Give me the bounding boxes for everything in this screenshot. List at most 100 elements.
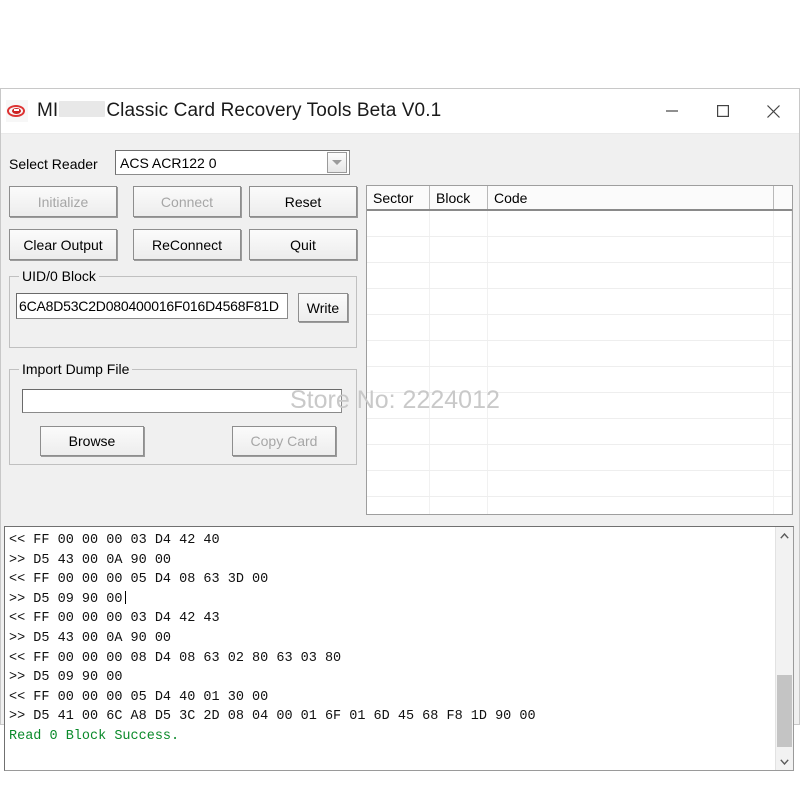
- log-line: << FF 00 00 00 03 D4 42 43: [9, 609, 775, 629]
- grid-cell-block: [430, 367, 488, 392]
- log-line: >> D5 41 00 6C A8 D5 3C 2D 08 04 00 01 6…: [9, 707, 775, 727]
- grid-cell-extra: [774, 289, 792, 314]
- grid-cell-code: [488, 263, 774, 288]
- grid-column-header-code[interactable]: Code: [488, 186, 774, 209]
- grid-cell-block: [430, 471, 488, 496]
- left-control-pane: Select Reader ACS ACR122 0 Initialize Co…: [3, 136, 361, 516]
- log-scrollbar[interactable]: [775, 527, 793, 770]
- initialize-button[interactable]: Initialize: [9, 186, 117, 217]
- table-row[interactable]: [367, 289, 792, 315]
- grid-column-header-extra[interactable]: [774, 186, 792, 209]
- grid-body: [367, 211, 792, 515]
- select-reader-label: Select Reader: [9, 156, 98, 172]
- grid-cell-extra: [774, 497, 792, 515]
- title-bar: MI Classic Card Recovery Tools Beta V0.1: [1, 89, 799, 134]
- reconnect-button[interactable]: ReConnect: [133, 229, 241, 260]
- grid-cell-code: [488, 497, 774, 515]
- table-row[interactable]: [367, 315, 792, 341]
- grid-cell-sector: [367, 263, 430, 288]
- uid-input[interactable]: 6CA8D53C2D080400016F016D4568F81D: [16, 293, 288, 319]
- grid-cell-block: [430, 497, 488, 515]
- grid-cell-sector: [367, 289, 430, 314]
- grid-cell-code: [488, 315, 774, 340]
- write-button[interactable]: Write: [298, 293, 348, 322]
- app-icon: [6, 100, 28, 122]
- table-row[interactable]: [367, 471, 792, 497]
- grid-cell-code: [488, 237, 774, 262]
- grid-cell-block: [430, 315, 488, 340]
- table-row[interactable]: [367, 237, 792, 263]
- import-dump-file-group-title: Import Dump File: [19, 361, 132, 377]
- window-title-suffix: Classic Card Recovery Tools Beta V0.1: [106, 100, 441, 122]
- grid-cell-code: [488, 289, 774, 314]
- sector-block-code-grid[interactable]: Sector Block Code: [366, 185, 793, 515]
- table-row[interactable]: [367, 211, 792, 237]
- copy-card-button[interactable]: Copy Card: [232, 426, 336, 456]
- import-dump-file-group: Import Dump File Browse Copy Card: [9, 369, 357, 465]
- table-row[interactable]: [367, 419, 792, 445]
- window-title-prefix: MI: [37, 100, 58, 122]
- grid-cell-code: [488, 341, 774, 366]
- grid-cell-block: [430, 263, 488, 288]
- application-window: MI Classic Card Recovery Tools Beta V0.1…: [0, 88, 800, 725]
- grid-cell-sector: [367, 237, 430, 262]
- scroll-down-icon[interactable]: [776, 753, 793, 770]
- grid-cell-extra: [774, 471, 792, 496]
- grid-cell-block: [430, 289, 488, 314]
- minimize-icon[interactable]: [646, 89, 697, 133]
- grid-cell-extra: [774, 315, 792, 340]
- log-line: << FF 00 00 00 03 D4 42 40: [9, 531, 775, 551]
- table-row[interactable]: [367, 497, 792, 515]
- scroll-up-icon[interactable]: [776, 527, 793, 544]
- grid-cell-extra: [774, 263, 792, 288]
- quit-button[interactable]: Quit: [249, 229, 357, 260]
- grid-cell-extra: [774, 367, 792, 392]
- table-row[interactable]: [367, 341, 792, 367]
- grid-cell-sector: [367, 393, 430, 418]
- grid-column-header-block[interactable]: Block: [430, 186, 488, 209]
- chevron-down-icon[interactable]: [327, 152, 347, 173]
- title-redaction-block: [59, 101, 105, 117]
- clear-output-button[interactable]: Clear Output: [9, 229, 117, 260]
- grid-cell-code: [488, 393, 774, 418]
- grid-cell-extra: [774, 237, 792, 262]
- reader-select[interactable]: ACS ACR122 0: [115, 150, 350, 175]
- grid-cell-sector: [367, 341, 430, 366]
- maximize-icon[interactable]: [697, 89, 748, 133]
- uid-block-group-title: UID/0 Block: [19, 268, 99, 284]
- connect-button[interactable]: Connect: [133, 186, 241, 217]
- table-row[interactable]: [367, 393, 792, 419]
- grid-cell-sector: [367, 211, 430, 236]
- log-line: >> D5 09 90 00: [9, 590, 775, 610]
- reader-selection-row: Select Reader ACS ACR122 0: [3, 150, 361, 176]
- text-caret: [125, 591, 126, 604]
- dump-file-path-input[interactable]: [22, 389, 342, 413]
- log-line: << FF 00 00 00 05 D4 40 01 30 00: [9, 688, 775, 708]
- scrollbar-thumb[interactable]: [777, 675, 792, 747]
- log-output-pane[interactable]: << FF 00 00 00 03 D4 42 40 >> D5 43 00 0A…: [4, 526, 794, 771]
- close-icon[interactable]: [748, 89, 799, 133]
- reset-button[interactable]: Reset: [249, 186, 357, 217]
- grid-cell-block: [430, 237, 488, 262]
- grid-cell-extra: [774, 341, 792, 366]
- grid-column-header-sector[interactable]: Sector: [367, 186, 430, 209]
- log-line: << FF 00 00 00 05 D4 08 63 3D 00: [9, 570, 775, 590]
- grid-cell-block: [430, 211, 488, 236]
- grid-cell-sector: [367, 315, 430, 340]
- grid-cell-extra: [774, 445, 792, 470]
- grid-cell-sector: [367, 419, 430, 444]
- grid-header-row: Sector Block Code: [367, 186, 792, 211]
- table-row[interactable]: [367, 367, 792, 393]
- log-output-text[interactable]: << FF 00 00 00 03 D4 42 40 >> D5 43 00 0A…: [5, 527, 775, 770]
- grid-cell-extra: [774, 419, 792, 444]
- window-body: Select Reader ACS ACR122 0 Initialize Co…: [1, 134, 799, 726]
- browse-button[interactable]: Browse: [40, 426, 144, 456]
- grid-cell-sector: [367, 497, 430, 515]
- table-row[interactable]: [367, 445, 792, 471]
- grid-cell-block: [430, 445, 488, 470]
- grid-cell-block: [430, 419, 488, 444]
- table-row[interactable]: [367, 263, 792, 289]
- grid-cell-block: [430, 393, 488, 418]
- grid-cell-code: [488, 211, 774, 236]
- log-line: >> D5 43 00 0A 90 00: [9, 629, 775, 649]
